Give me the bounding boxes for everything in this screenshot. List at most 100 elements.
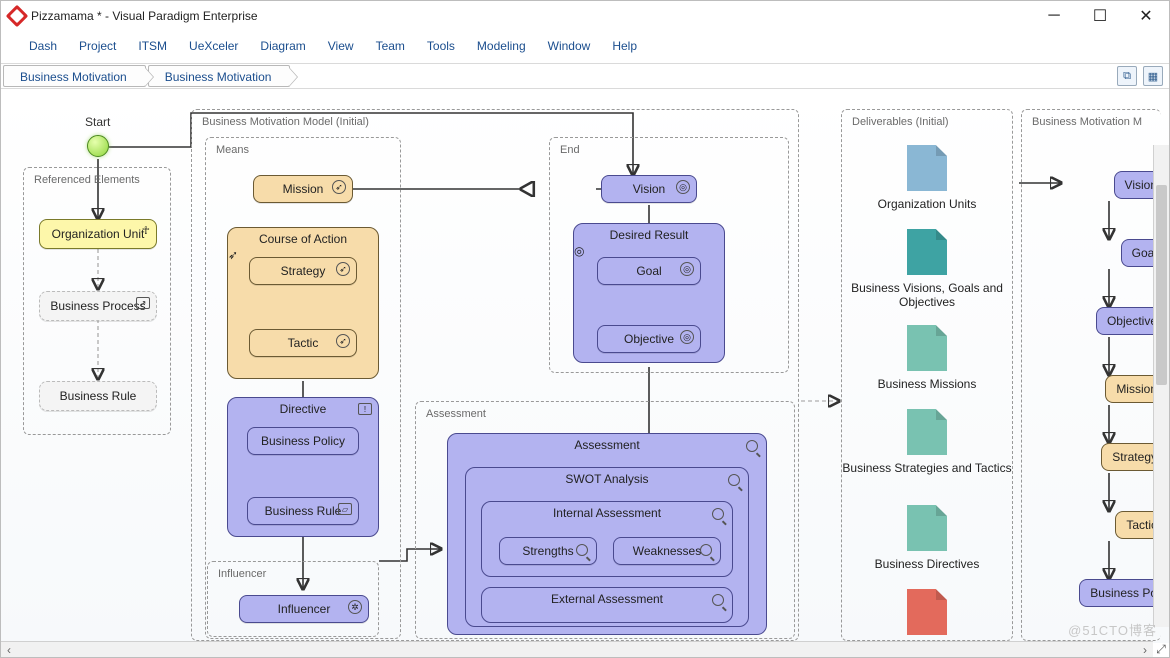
group-title: Referenced Elements [34, 174, 140, 186]
container-title: Course of Action [228, 228, 378, 248]
deliverable-strategies[interactable]: Business Strategies and Tactics [837, 409, 1017, 475]
magnifier-icon [576, 544, 588, 556]
node-strengths[interactable]: Strengths [499, 537, 597, 565]
target-icon: ➶ [336, 334, 350, 348]
document-icon [907, 409, 947, 455]
node-label: Business Process [50, 299, 145, 313]
start-node[interactable] [87, 135, 109, 157]
node-organization-unit[interactable]: Organization Unit ☥ [39, 219, 157, 249]
target-icon: ➶ [228, 248, 238, 262]
breadcrumb-item-1[interactable]: Business Motivation [148, 65, 291, 87]
document-icon [907, 505, 947, 551]
node-label: Business Po [1090, 586, 1157, 600]
group-title: Assessment [426, 408, 486, 420]
menu-uexceler[interactable]: UeXceler [179, 35, 248, 57]
container-title: SWOT Analysis [466, 468, 748, 488]
deliverable-label: Business Missions [837, 377, 1017, 391]
target-icon: ➶ [332, 180, 346, 194]
node-label: Goal [636, 264, 661, 278]
menu-window[interactable]: Window [538, 35, 601, 57]
node-label: Business Policy [261, 434, 345, 448]
menu-dash[interactable]: Dash [19, 35, 67, 57]
target-icon: ◎ [574, 244, 584, 258]
resize-grip-icon[interactable]: ⤢ [1153, 641, 1169, 657]
scroll-left-icon[interactable]: ‹ [1, 642, 17, 658]
deliverable-label: Business Strategies and Tactics [837, 461, 1017, 475]
menu-project[interactable]: Project [69, 35, 126, 57]
link-icon: ↗ [136, 297, 150, 309]
node-weaknesses[interactable]: Weaknesses [613, 537, 721, 565]
node-label: Business Rule [265, 504, 342, 518]
container-title: Internal Assessment [482, 502, 732, 522]
magnifier-icon [728, 474, 740, 486]
target-icon: ◎ [676, 180, 690, 194]
menu-view[interactable]: View [318, 35, 364, 57]
toolbar-panel-icon[interactable]: ▦ [1143, 66, 1163, 86]
horizontal-scrollbar[interactable]: ‹ › [1, 641, 1153, 657]
group-title: Means [216, 144, 249, 156]
group-title: Business Motivation M [1032, 116, 1142, 128]
deliverable-visions[interactable]: Business Visions, Goals and Objectives [837, 229, 1017, 309]
node-label: Influencer [278, 602, 331, 616]
node-business-rule-ref[interactable]: Business Rule [39, 381, 157, 411]
container-title: Assessment [448, 434, 766, 454]
target-icon: ◎ [680, 262, 694, 276]
node-business-policy[interactable]: Business Policy [247, 427, 359, 455]
scroll-thumb[interactable] [1156, 185, 1167, 385]
node-business-rule[interactable]: Business Rule ▱ [247, 497, 359, 525]
node-business-process[interactable]: Business Process ↗ [39, 291, 157, 321]
document-icon [907, 589, 947, 635]
node-strategy[interactable]: Strategy ➶ [249, 257, 357, 285]
menu-tools[interactable]: Tools [417, 35, 465, 57]
close-button[interactable]: ✕ [1123, 1, 1169, 31]
node-label: Organization Unit [52, 227, 145, 241]
vertical-scrollbar[interactable] [1153, 145, 1169, 627]
scroll-right-icon[interactable]: › [1137, 642, 1153, 658]
maximize-button[interactable]: ☐ [1077, 1, 1123, 31]
start-label: Start [85, 115, 110, 129]
node-label: Business Rule [60, 389, 137, 403]
menu-itsm[interactable]: ITSM [128, 35, 177, 57]
menu-diagram[interactable]: Diagram [250, 35, 315, 57]
node-goal[interactable]: Goal ◎ [597, 257, 701, 285]
node-vision[interactable]: Vision ◎ [601, 175, 697, 203]
breadcrumb: Business Motivation Business Motivation … [1, 63, 1169, 89]
magnifier-icon [712, 508, 724, 520]
container-external[interactable]: External Assessment [481, 587, 733, 623]
node-label: Mission [1116, 382, 1157, 396]
node-label: Strategy [1112, 450, 1157, 464]
node-tactic[interactable]: Tactic ➶ [249, 329, 357, 357]
deliverable-org-units[interactable]: Organization Units [837, 145, 1017, 211]
minimize-button[interactable]: ─ [1031, 1, 1077, 31]
node-label: Strengths [522, 544, 573, 558]
deliverable-label: Business Directives [837, 557, 1017, 571]
deliverable-missions[interactable]: Business Missions [837, 325, 1017, 391]
diagram-canvas[interactable]: Start Referenced Elements Organization U… [1, 89, 1169, 643]
target-icon: ◎ [680, 330, 694, 344]
magnifier-icon [746, 440, 758, 452]
menu-modeling[interactable]: Modeling [467, 35, 536, 57]
node-mission[interactable]: Mission ➶ [253, 175, 353, 203]
magnifier-icon [700, 544, 712, 556]
deliverable-label: Organization Units [837, 197, 1017, 211]
group-title: Deliverables (Initial) [852, 116, 949, 128]
node-objective[interactable]: Objective ◎ [597, 325, 701, 353]
watermark: @51CTO博客 [1068, 620, 1157, 639]
menu-help[interactable]: Help [602, 35, 647, 57]
group-title: Influencer [218, 568, 266, 580]
doc-icon: ▱ [338, 503, 352, 515]
node-influencer[interactable]: Influencer ✲ [239, 595, 369, 623]
scroll-track[interactable] [17, 642, 1137, 657]
target-icon: ➶ [336, 262, 350, 276]
menu-team[interactable]: Team [366, 35, 415, 57]
node-label: Mission [283, 182, 324, 196]
title-bar: Pizzamama * - Visual Paradigm Enterprise… [1, 1, 1169, 31]
deliverable-directives[interactable]: Business Directives [837, 505, 1017, 571]
node-label: Tactic [288, 336, 319, 350]
deliverable-extra[interactable] [837, 589, 1017, 641]
magnifier-icon [712, 594, 724, 606]
breadcrumb-item-0[interactable]: Business Motivation [3, 65, 146, 87]
toolbar-align-icon[interactable]: ⧉ [1117, 66, 1137, 86]
node-label: Objective [624, 332, 674, 346]
container-title: Directive [228, 398, 378, 418]
